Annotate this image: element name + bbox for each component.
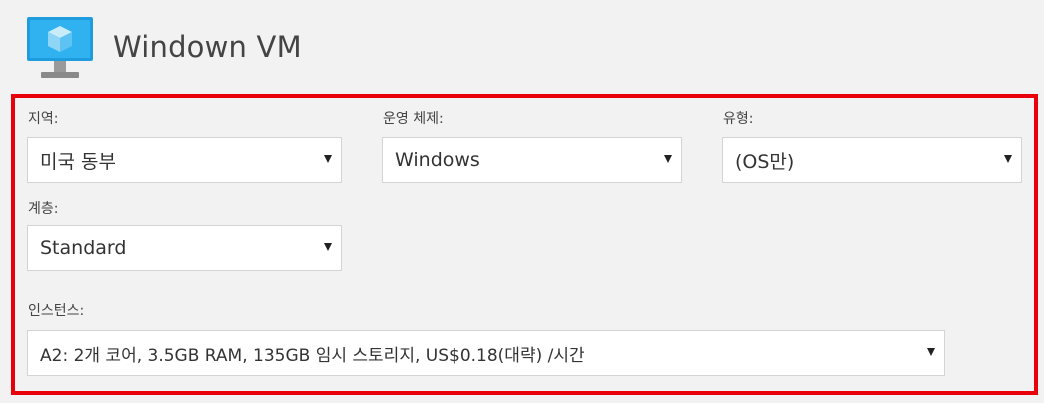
chevron-down-icon: [1004, 155, 1012, 163]
page-title: Windown VM: [113, 30, 302, 64]
type-select[interactable]: (OS만): [722, 137, 1022, 183]
tier-label: 계층:: [28, 201, 59, 217]
chevron-down-icon: [324, 243, 332, 251]
virtual-machine-icon: [27, 17, 93, 78]
instance-label: 인스턴스:: [28, 303, 85, 319]
type-label: 유형:: [723, 111, 754, 127]
chevron-down-icon: [664, 155, 672, 163]
instance-select[interactable]: A2: 2개 코어, 3.5GB RAM, 135GB 임시 스토리지, US$…: [27, 330, 945, 376]
tier-select-value: Standard: [40, 237, 127, 259]
os-label: 운영 체제:: [383, 111, 444, 127]
os-select-value: Windows: [395, 149, 480, 171]
region-select-value: 미국 동부: [40, 150, 116, 173]
os-select[interactable]: Windows: [382, 137, 682, 183]
page-header: Windown VM: [0, 0, 1044, 92]
instance-select-value: A2: 2개 코어, 3.5GB RAM, 135GB 임시 스토리지, US$…: [40, 345, 585, 366]
region-select[interactable]: 미국 동부: [27, 137, 342, 183]
type-select-value: (OS만): [735, 150, 795, 173]
chevron-down-icon: [324, 155, 332, 163]
region-label: 지역:: [28, 111, 59, 127]
chevron-down-icon: [927, 348, 935, 356]
tier-select[interactable]: Standard: [27, 225, 342, 271]
